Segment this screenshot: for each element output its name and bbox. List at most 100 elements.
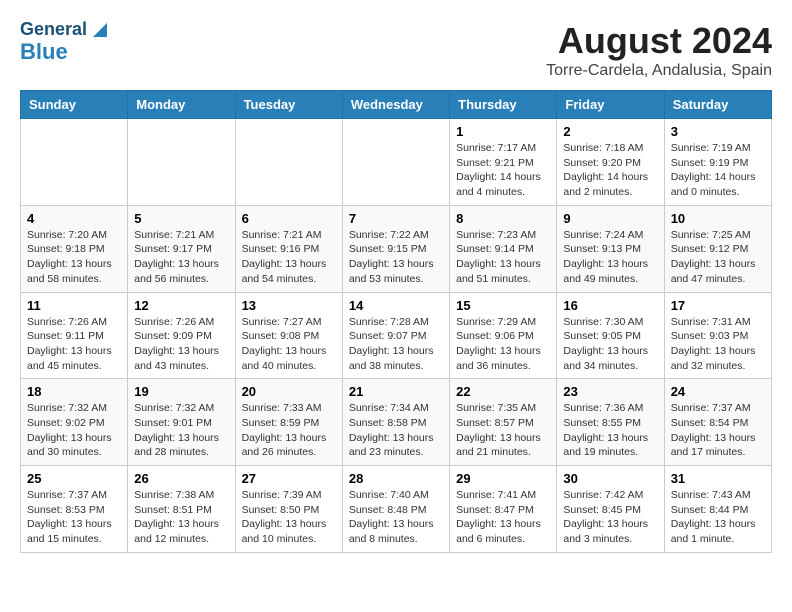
day-info: Sunrise: 7:21 AM Sunset: 9:17 PM Dayligh… bbox=[134, 228, 228, 287]
day-number: 12 bbox=[134, 298, 228, 313]
calendar-cell: 17 Sunrise: 7:31 AM Sunset: 9:03 PM Dayli… bbox=[664, 292, 771, 379]
day-info: Sunrise: 7:39 AM Sunset: 8:50 PM Dayligh… bbox=[242, 488, 336, 547]
day-number: 21 bbox=[349, 384, 443, 399]
col-header-tuesday: Tuesday bbox=[235, 91, 342, 119]
day-number: 10 bbox=[671, 211, 765, 226]
day-info: Sunrise: 7:21 AM Sunset: 9:16 PM Dayligh… bbox=[242, 228, 336, 287]
day-number: 6 bbox=[242, 211, 336, 226]
col-header-sunday: Sunday bbox=[21, 91, 128, 119]
day-info: Sunrise: 7:41 AM Sunset: 8:47 PM Dayligh… bbox=[456, 488, 550, 547]
day-info: Sunrise: 7:34 AM Sunset: 8:58 PM Dayligh… bbox=[349, 401, 443, 460]
calendar-week-row: 1 Sunrise: 7:17 AM Sunset: 9:21 PM Daylig… bbox=[21, 119, 772, 206]
calendar-cell: 11Sunrise: 7:26 AM Sunset: 9:11 PM Dayli… bbox=[21, 292, 128, 379]
calendar-cell: 16 Sunrise: 7:30 AM Sunset: 9:05 PM Dayli… bbox=[557, 292, 664, 379]
day-number: 4 bbox=[27, 211, 121, 226]
calendar-cell: 14Sunrise: 7:28 AM Sunset: 9:07 PM Dayli… bbox=[342, 292, 449, 379]
day-number: 3 bbox=[671, 124, 765, 139]
calendar-cell: 2 Sunrise: 7:18 AM Sunset: 9:20 PM Daylig… bbox=[557, 119, 664, 206]
calendar-week-row: 11Sunrise: 7:26 AM Sunset: 9:11 PM Dayli… bbox=[21, 292, 772, 379]
calendar-cell: 25 Sunrise: 7:37 AM Sunset: 8:53 PM Dayli… bbox=[21, 466, 128, 553]
day-info: Sunrise: 7:37 AM Sunset: 8:53 PM Dayligh… bbox=[27, 488, 121, 547]
calendar-cell: 20 Sunrise: 7:33 AM Sunset: 8:59 PM Dayli… bbox=[235, 379, 342, 466]
day-number: 14 bbox=[349, 298, 443, 313]
day-info: Sunrise: 7:33 AM Sunset: 8:59 PM Dayligh… bbox=[242, 401, 336, 460]
calendar-week-row: 18Sunrise: 7:32 AM Sunset: 9:02 PM Dayli… bbox=[21, 379, 772, 466]
day-number: 29 bbox=[456, 471, 550, 486]
day-info: Sunrise: 7:37 AM Sunset: 8:54 PM Dayligh… bbox=[671, 401, 765, 460]
day-number: 17 bbox=[671, 298, 765, 313]
day-number: 15 bbox=[456, 298, 550, 313]
calendar-cell bbox=[21, 119, 128, 206]
calendar-cell: 5 Sunrise: 7:21 AM Sunset: 9:17 PM Daylig… bbox=[128, 205, 235, 292]
day-number: 26 bbox=[134, 471, 228, 486]
calendar-cell: 27 Sunrise: 7:39 AM Sunset: 8:50 PM Dayli… bbox=[235, 466, 342, 553]
day-number: 2 bbox=[563, 124, 657, 139]
logo-general: General bbox=[20, 20, 87, 40]
day-number: 23 bbox=[563, 384, 657, 399]
calendar-cell: 8 Sunrise: 7:23 AM Sunset: 9:14 PM Daylig… bbox=[450, 205, 557, 292]
day-info: Sunrise: 7:40 AM Sunset: 8:48 PM Dayligh… bbox=[349, 488, 443, 547]
day-number: 5 bbox=[134, 211, 228, 226]
title-area: August 2024 Torre-Cardela, Andalusia, Sp… bbox=[546, 20, 772, 80]
col-header-wednesday: Wednesday bbox=[342, 91, 449, 119]
day-info: Sunrise: 7:31 AM Sunset: 9:03 PM Dayligh… bbox=[671, 315, 765, 374]
main-title: August 2024 bbox=[546, 20, 772, 62]
day-number: 8 bbox=[456, 211, 550, 226]
day-number: 27 bbox=[242, 471, 336, 486]
calendar-cell bbox=[128, 119, 235, 206]
header: General Blue August 2024 Torre-Cardela, … bbox=[20, 20, 772, 80]
calendar-cell: 1 Sunrise: 7:17 AM Sunset: 9:21 PM Daylig… bbox=[450, 119, 557, 206]
day-number: 11 bbox=[27, 298, 121, 313]
day-info: Sunrise: 7:18 AM Sunset: 9:20 PM Dayligh… bbox=[563, 141, 657, 200]
calendar-cell: 26 Sunrise: 7:38 AM Sunset: 8:51 PM Dayli… bbox=[128, 466, 235, 553]
day-info: Sunrise: 7:23 AM Sunset: 9:14 PM Dayligh… bbox=[456, 228, 550, 287]
calendar-cell: 19Sunrise: 7:32 AM Sunset: 9:01 PM Dayli… bbox=[128, 379, 235, 466]
day-info: Sunrise: 7:20 AM Sunset: 9:18 PM Dayligh… bbox=[27, 228, 121, 287]
day-info: Sunrise: 7:42 AM Sunset: 8:45 PM Dayligh… bbox=[563, 488, 657, 547]
day-info: Sunrise: 7:36 AM Sunset: 8:55 PM Dayligh… bbox=[563, 401, 657, 460]
day-number: 16 bbox=[563, 298, 657, 313]
day-number: 31 bbox=[671, 471, 765, 486]
day-number: 1 bbox=[456, 124, 550, 139]
calendar-cell bbox=[235, 119, 342, 206]
day-number: 18 bbox=[27, 384, 121, 399]
calendar-cell: 28 Sunrise: 7:40 AM Sunset: 8:48 PM Dayli… bbox=[342, 466, 449, 553]
calendar-cell: 10Sunrise: 7:25 AM Sunset: 9:12 PM Dayli… bbox=[664, 205, 771, 292]
day-number: 7 bbox=[349, 211, 443, 226]
calendar-cell: 15 Sunrise: 7:29 AM Sunset: 9:06 PM Dayli… bbox=[450, 292, 557, 379]
col-header-friday: Friday bbox=[557, 91, 664, 119]
day-number: 28 bbox=[349, 471, 443, 486]
day-info: Sunrise: 7:27 AM Sunset: 9:08 PM Dayligh… bbox=[242, 315, 336, 374]
calendar-cell: 3Sunrise: 7:19 AM Sunset: 9:19 PM Daylig… bbox=[664, 119, 771, 206]
logo-blue: Blue bbox=[20, 40, 107, 64]
calendar-cell: 6 Sunrise: 7:21 AM Sunset: 9:16 PM Daylig… bbox=[235, 205, 342, 292]
day-info: Sunrise: 7:38 AM Sunset: 8:51 PM Dayligh… bbox=[134, 488, 228, 547]
calendar-header-row: SundayMondayTuesdayWednesdayThursdayFrid… bbox=[21, 91, 772, 119]
day-info: Sunrise: 7:24 AM Sunset: 9:13 PM Dayligh… bbox=[563, 228, 657, 287]
day-number: 13 bbox=[242, 298, 336, 313]
logo-triangle-icon bbox=[89, 21, 107, 39]
calendar-cell: 13 Sunrise: 7:27 AM Sunset: 9:08 PM Dayli… bbox=[235, 292, 342, 379]
day-info: Sunrise: 7:17 AM Sunset: 9:21 PM Dayligh… bbox=[456, 141, 550, 200]
calendar-cell: 22 Sunrise: 7:35 AM Sunset: 8:57 PM Dayli… bbox=[450, 379, 557, 466]
calendar-cell bbox=[342, 119, 449, 206]
calendar-cell: 23 Sunrise: 7:36 AM Sunset: 8:55 PM Dayli… bbox=[557, 379, 664, 466]
calendar-cell: 24 Sunrise: 7:37 AM Sunset: 8:54 PM Dayli… bbox=[664, 379, 771, 466]
day-info: Sunrise: 7:30 AM Sunset: 9:05 PM Dayligh… bbox=[563, 315, 657, 374]
day-info: Sunrise: 7:32 AM Sunset: 9:01 PM Dayligh… bbox=[134, 401, 228, 460]
calendar-week-row: 25 Sunrise: 7:37 AM Sunset: 8:53 PM Dayli… bbox=[21, 466, 772, 553]
day-info: Sunrise: 7:43 AM Sunset: 8:44 PM Dayligh… bbox=[671, 488, 765, 547]
calendar-week-row: 4 Sunrise: 7:20 AM Sunset: 9:18 PM Daylig… bbox=[21, 205, 772, 292]
day-number: 30 bbox=[563, 471, 657, 486]
day-info: Sunrise: 7:29 AM Sunset: 9:06 PM Dayligh… bbox=[456, 315, 550, 374]
day-number: 25 bbox=[27, 471, 121, 486]
calendar-cell: 30 Sunrise: 7:42 AM Sunset: 8:45 PM Dayli… bbox=[557, 466, 664, 553]
day-number: 24 bbox=[671, 384, 765, 399]
day-info: Sunrise: 7:35 AM Sunset: 8:57 PM Dayligh… bbox=[456, 401, 550, 460]
day-number: 22 bbox=[456, 384, 550, 399]
calendar-cell: 21 Sunrise: 7:34 AM Sunset: 8:58 PM Dayli… bbox=[342, 379, 449, 466]
day-number: 20 bbox=[242, 384, 336, 399]
calendar-cell: 18Sunrise: 7:32 AM Sunset: 9:02 PM Dayli… bbox=[21, 379, 128, 466]
day-info: Sunrise: 7:22 AM Sunset: 9:15 PM Dayligh… bbox=[349, 228, 443, 287]
calendar-cell: 12Sunrise: 7:26 AM Sunset: 9:09 PM Dayli… bbox=[128, 292, 235, 379]
